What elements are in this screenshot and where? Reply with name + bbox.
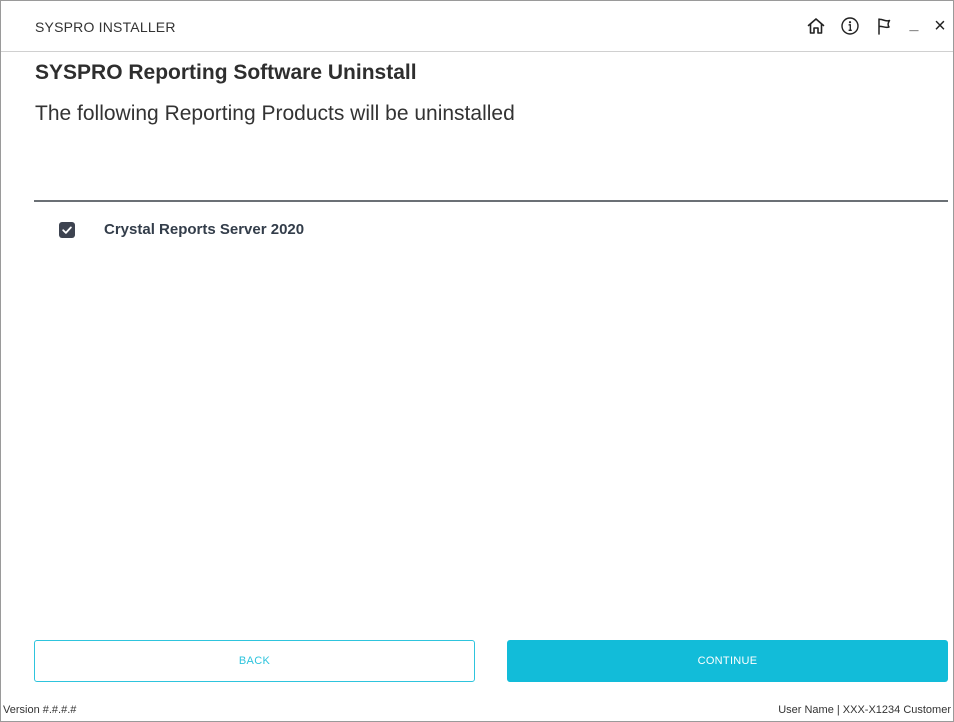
home-icon[interactable] xyxy=(799,11,833,41)
window-controls: _ × xyxy=(799,11,953,41)
product-checkbox[interactable] xyxy=(59,221,75,238)
continue-button[interactable]: CONTINUE xyxy=(507,640,948,682)
divider xyxy=(34,200,948,202)
flag-icon[interactable] xyxy=(867,11,901,41)
product-label: Crystal Reports Server 2020 xyxy=(104,221,305,238)
info-icon[interactable] xyxy=(833,11,867,41)
title-bar: SYSPRO INSTALLER _ × xyxy=(1,1,953,52)
version-text: Version #.#.#.# xyxy=(3,704,77,716)
product-item[interactable]: Crystal Reports Server 2020 xyxy=(59,221,304,238)
close-icon: × xyxy=(934,14,946,37)
checkmark-icon xyxy=(62,226,72,234)
page-subtitle: The following Reporting Products will be… xyxy=(35,102,515,125)
back-button[interactable]: BACK xyxy=(34,640,475,682)
page-title: SYSPRO Reporting Software Uninstall xyxy=(35,61,417,84)
back-button-label: BACK xyxy=(238,655,271,667)
installer-window: SYSPRO INSTALLER _ × SYSPRO Reporting So… xyxy=(0,0,954,722)
minimize-button[interactable]: _ xyxy=(901,11,927,41)
minimize-icon: _ xyxy=(909,16,919,33)
user-info: User Name | XXX-X1234 Customer xyxy=(778,704,951,716)
continue-button-label: CONTINUE xyxy=(697,655,758,667)
app-title: SYSPRO INSTALLER xyxy=(35,19,176,35)
close-button[interactable]: × xyxy=(927,11,953,41)
